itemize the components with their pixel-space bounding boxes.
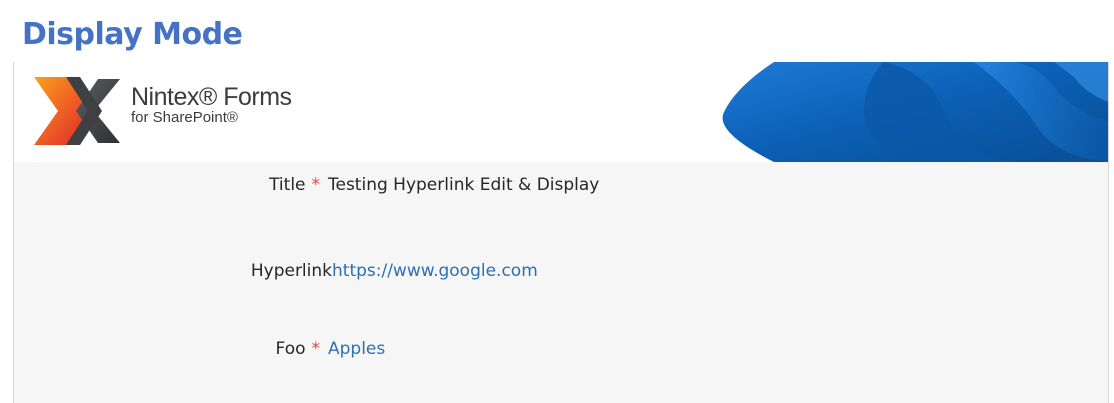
- required-marker: *: [311, 175, 321, 195]
- brand-name: Nintex® Forms: [131, 83, 292, 111]
- nintex-x-logo-icon: [34, 77, 120, 145]
- field-foo: Foo * Apples: [14, 334, 1108, 364]
- field-value-hyperlink[interactable]: https://www.google.com: [332, 256, 538, 286]
- field-label-title: Title *: [269, 175, 321, 195]
- field-hyperlink: Hyperlink https://www.google.com: [14, 256, 1108, 286]
- field-label-foo: Foo *: [275, 339, 321, 359]
- display-mode-caption: Display Mode: [22, 17, 243, 52]
- field-value-title: Testing Hyperlink Edit & Display: [328, 175, 600, 195]
- banner-blue-art: [722, 62, 1108, 162]
- brand-subtitle: for SharePoint®: [131, 109, 238, 126]
- field-title: Title * Testing Hyperlink Edit & Display: [14, 170, 1108, 200]
- field-value-foo: Apples: [328, 339, 386, 359]
- form-header-banner: Nintex® Forms for SharePoint®: [14, 62, 1108, 162]
- field-label-hyperlink: Hyperlink: [250, 261, 332, 281]
- brand-wordmark: Nintex® Forms for SharePoint®: [131, 82, 292, 126]
- nintex-form: Nintex® Forms for SharePoint® Title * Te…: [13, 62, 1109, 403]
- required-marker: *: [311, 339, 321, 359]
